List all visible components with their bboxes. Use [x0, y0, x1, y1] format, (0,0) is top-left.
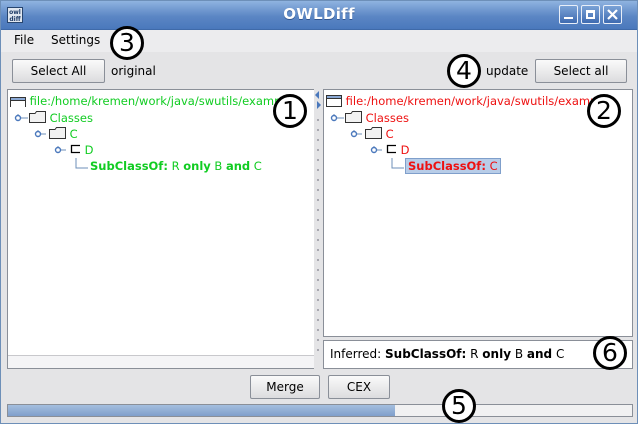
tree-class-c-label: C: [385, 127, 394, 141]
updated-ontology-tree[interactable]: file:/home/kremen/work/java/swutils/exam…: [323, 89, 633, 337]
axiom-text-1: R: [167, 159, 184, 173]
callout-2: 2: [587, 94, 621, 128]
original-label: original: [111, 64, 156, 78]
tree-class-d-row[interactable]: D: [69, 142, 94, 158]
inferred-keyword: SubClassOf:: [385, 347, 467, 361]
tree-class-c-row[interactable]: C: [365, 126, 394, 142]
inferred-text-3: C: [552, 347, 565, 361]
callout-6: 6: [593, 336, 627, 370]
merge-button[interactable]: Merge: [250, 375, 320, 399]
tree-class-c-label: C: [69, 127, 78, 141]
folder-icon: [345, 111, 362, 123]
minimize-icon: [564, 17, 573, 19]
close-icon: [607, 9, 618, 20]
tree-class-d-label: D: [84, 143, 94, 157]
cex-button[interactable]: CEX: [328, 375, 390, 399]
selection-toolbar: Select All original update Select all: [1, 54, 637, 86]
axiom-text-2: B: [210, 159, 226, 173]
subclass-icon: [70, 144, 80, 154]
folder-icon: [365, 127, 382, 139]
inferred-and: and: [526, 347, 553, 361]
tree-axiom-row[interactable]: SubClassOf: R only B and C: [90, 158, 262, 174]
tree-class-d-row[interactable]: D: [385, 142, 410, 158]
folder-icon: [29, 111, 46, 123]
menu-bar: File Settings: [1, 30, 637, 52]
maximize-icon: [586, 10, 595, 19]
axiom-keyword: SubClassOf:: [408, 159, 486, 173]
progress-bar: [7, 404, 633, 417]
select-all-original-button[interactable]: Select All: [12, 59, 105, 83]
tree-classes-label: Classes: [49, 111, 93, 125]
horizontal-scrollbar[interactable]: [8, 355, 314, 368]
tree-classes-row[interactable]: Classes: [345, 110, 409, 126]
tree-axiom-row-selected[interactable]: SubClassOf: C: [405, 158, 501, 174]
menu-settings[interactable]: Settings: [51, 33, 100, 47]
axiom-and: and: [225, 159, 251, 173]
inferred-prefix: Inferred:: [330, 347, 386, 361]
title-bar[interactable]: owl diff OWLDiff: [1, 1, 637, 30]
splitter-arrows-icon: [315, 91, 321, 351]
window-title: OWLDiff: [283, 5, 355, 23]
inferred-text-1: R: [466, 347, 483, 361]
axiom-text-3: C: [250, 159, 262, 173]
tree-classes-label: Classes: [365, 111, 409, 125]
maximize-button[interactable]: [581, 5, 600, 24]
axiom-text: C: [485, 159, 498, 173]
callout-3: 3: [110, 26, 144, 60]
tree-class-c-row[interactable]: C: [49, 126, 78, 142]
update-label: update: [486, 64, 529, 78]
menu-file[interactable]: File: [14, 33, 34, 47]
subclass-icon: [386, 144, 396, 154]
select-all-update-button[interactable]: Select all: [535, 59, 627, 83]
inferred-panel: Inferred: SubClassOf: R only B and C: [323, 340, 633, 369]
axiom-only: only: [183, 159, 211, 173]
callout-4: 4: [447, 54, 481, 88]
axiom-keyword: SubClassOf:: [90, 159, 168, 173]
close-button[interactable]: [603, 5, 622, 24]
progress-fill: [8, 405, 395, 416]
inferred-text-2: B: [511, 347, 527, 361]
owldiff-window: owl diff OWLDiff File Settings Select All…: [0, 0, 638, 424]
tree-class-d-label: D: [400, 143, 410, 157]
minimize-button[interactable]: [559, 5, 578, 24]
tree-classes-row[interactable]: Classes: [29, 110, 93, 126]
inferred-only: only: [482, 347, 512, 361]
callout-5: 5: [442, 389, 476, 423]
folder-icon: [49, 127, 66, 139]
inferred-axiom: Inferred: SubClassOf: R only B and C: [330, 347, 564, 361]
split-pane-divider[interactable]: [314, 89, 322, 371]
original-ontology-tree[interactable]: file:/home/kremen/work/java/swutils/exam…: [7, 89, 315, 369]
callout-1: 1: [273, 94, 307, 128]
